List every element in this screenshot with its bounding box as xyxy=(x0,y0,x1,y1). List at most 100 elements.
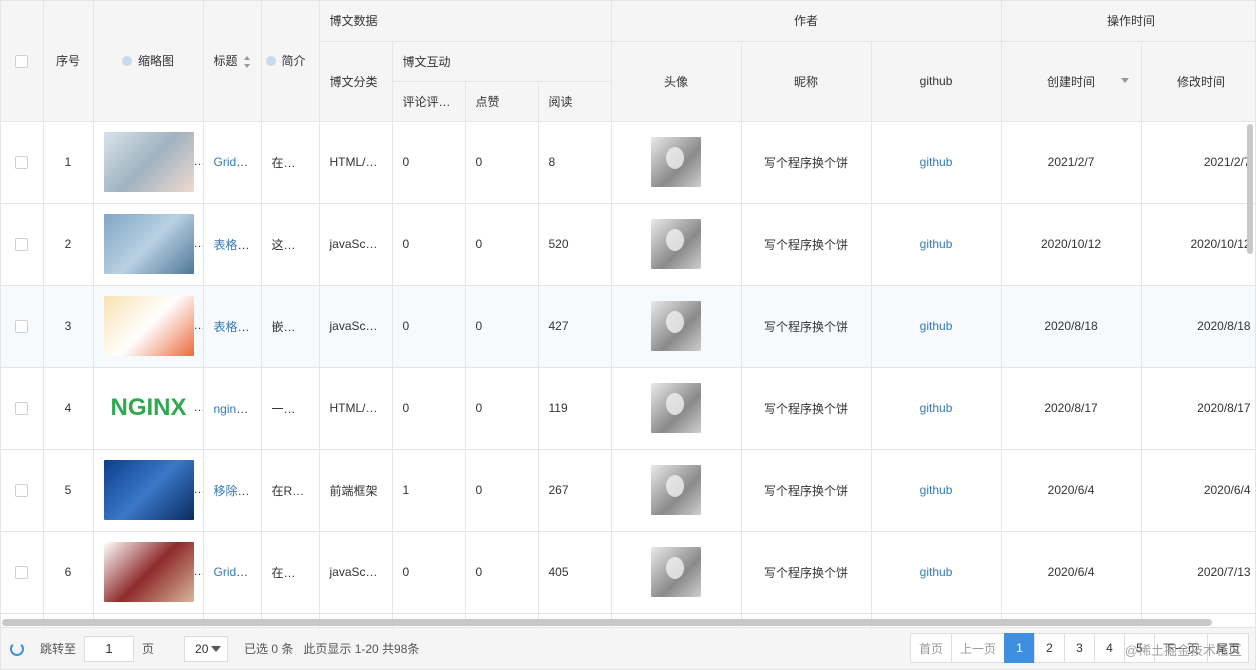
github-link[interactable]: github xyxy=(920,483,953,497)
cell-reads: 427 xyxy=(538,285,612,368)
row-checkbox[interactable] xyxy=(15,484,29,498)
header-avatar: 头像 xyxy=(611,41,742,122)
cell-thumbnail: NGINX xyxy=(93,367,204,450)
cell-avatar xyxy=(611,531,742,614)
header-thumbnail: 缩略图 xyxy=(93,1,204,122)
help-icon[interactable] xyxy=(265,56,276,67)
title-link[interactable]: GridMan xyxy=(214,155,260,169)
cell-comments: 0 xyxy=(392,531,466,614)
avatar xyxy=(651,137,702,187)
cell-title[interactable]: 表格组件 xyxy=(203,203,262,286)
header-nickname: 昵称 xyxy=(741,41,872,122)
prev-page-button[interactable]: 上一页 xyxy=(950,633,1004,663)
cell-seq: 2 xyxy=(43,203,94,286)
table-row[interactable]: 4 NGINX nginx安装 一… HTML/… 0 0 119 写个程序换个饼 github 2… xyxy=(1,367,1255,450)
github-link[interactable]: github xyxy=(920,401,953,415)
cell-comments: 1 xyxy=(392,449,466,532)
cell-nickname: 写个程序换个饼 xyxy=(741,203,872,286)
cell-title[interactable]: GridMan xyxy=(203,121,262,204)
cell-likes: 0 xyxy=(465,531,539,614)
cell-nickname: 写个程序换个饼 xyxy=(741,121,872,204)
cell-comments: 0 xyxy=(392,203,466,286)
cell-github[interactable]: github xyxy=(871,203,1002,286)
github-link[interactable]: github xyxy=(920,237,953,251)
github-link[interactable]: github xyxy=(920,319,953,333)
row-checkbox[interactable] xyxy=(15,320,29,334)
github-link[interactable]: github xyxy=(920,565,953,579)
cell-seq: 6 xyxy=(43,531,94,614)
row-select-cell[interactable] xyxy=(1,367,44,450)
page-button-2[interactable]: 2 xyxy=(1033,633,1064,663)
cell-nickname: 写个程序换个饼 xyxy=(741,367,872,450)
refresh-icon[interactable] xyxy=(10,641,24,656)
row-select-cell[interactable] xyxy=(1,121,44,204)
table-row[interactable]: 3 表格组件 嵌… javaSc… 0 0 427 写个程序换个饼 github 2020/8/1… xyxy=(1,285,1255,368)
cell-github[interactable]: github xyxy=(871,367,1002,450)
title-link[interactable]: nginx安装 xyxy=(214,402,261,416)
cell-nickname: 写个程序换个饼 xyxy=(741,285,872,368)
sort-icon[interactable] xyxy=(243,56,251,69)
selected-count: 已选 0 条 xyxy=(244,642,294,656)
cell-title[interactable]: GridMan xyxy=(203,531,262,614)
cell-category: javaSc… xyxy=(319,285,393,368)
avatar xyxy=(651,547,702,597)
avatar xyxy=(651,219,702,269)
select-all-checkbox[interactable] xyxy=(15,54,29,68)
row-checkbox[interactable] xyxy=(15,402,29,416)
page-button-1[interactable]: 1 xyxy=(1003,633,1034,663)
header-title[interactable]: 标题 xyxy=(203,1,262,122)
cell-reads: 405 xyxy=(538,531,612,614)
cell-github[interactable]: github xyxy=(871,449,1002,532)
jump-page-input[interactable] xyxy=(84,635,135,662)
select-all-header[interactable] xyxy=(1,1,44,122)
table-row[interactable]: 2 表格组件 这… javaSc… 0 0 520 写个程序换个饼 github 2020/10/… xyxy=(1,203,1255,286)
page-button-4[interactable]: 4 xyxy=(1093,633,1124,663)
table-row[interactable]: 5 移除react 在R… 前端框架 1 0 267 写个程序换个饼 github 2020/6/… xyxy=(1,449,1255,532)
title-link[interactable]: 表格组件 xyxy=(214,320,261,334)
cell-title[interactable]: 表格组件 xyxy=(203,285,262,368)
cell-category: javaSc… xyxy=(319,531,393,614)
header-created[interactable]: 创建时间 xyxy=(1001,41,1142,122)
cell-nickname: 写个程序换个饼 xyxy=(741,449,872,532)
row-checkbox[interactable] xyxy=(15,238,29,252)
row-checkbox[interactable] xyxy=(15,566,29,580)
title-link[interactable]: 移除react xyxy=(214,484,261,498)
row-select-cell[interactable] xyxy=(1,203,44,286)
cell-title[interactable]: nginx安装 xyxy=(203,367,262,450)
cell-avatar xyxy=(611,449,742,532)
page-size-select[interactable]: 20 xyxy=(184,635,229,662)
row-select-cell[interactable] xyxy=(1,449,44,532)
page-button-3[interactable]: 3 xyxy=(1063,633,1094,663)
cell-created: 2020/6/4 xyxy=(1001,449,1142,532)
title-link[interactable]: 表格组件 xyxy=(214,238,261,252)
github-link[interactable]: github xyxy=(920,155,953,169)
header-intro: 简介 xyxy=(261,1,320,122)
cell-avatar xyxy=(611,203,742,286)
row-select-cell[interactable] xyxy=(1,285,44,368)
cell-title[interactable]: 移除react xyxy=(203,449,262,532)
header-category: 博文分类 xyxy=(319,41,393,122)
header-likes: 点赞 xyxy=(465,81,539,122)
horizontal-scrollbar[interactable] xyxy=(2,619,1212,626)
cell-created: 2021/2/7 xyxy=(1001,121,1142,204)
cell-modified: 2020/8/18 xyxy=(1141,285,1255,368)
avatar xyxy=(651,383,702,433)
table-row[interactable]: 6 GridMan 在… javaSc… 0 0 405 写个程序换个饼 github 2020/… xyxy=(1,531,1255,614)
first-page-button[interactable]: 首页 xyxy=(909,633,951,663)
sort-down-icon[interactable] xyxy=(1120,77,1129,83)
cell-github[interactable]: github xyxy=(871,285,1002,368)
cell-seq: 1 xyxy=(43,121,94,204)
row-checkbox[interactable] xyxy=(15,156,29,170)
table-row[interactable]: 1 GridMan 在… HTML/… 0 0 8 写个程序换个饼 github 2021/2/7… xyxy=(1,121,1255,204)
cell-category: javaSc… xyxy=(319,203,393,286)
cell-github[interactable]: github xyxy=(871,121,1002,204)
cell-modified: 2020/7/13 xyxy=(1141,531,1255,614)
help-icon[interactable] xyxy=(121,56,132,67)
cell-modified: 2021/2/7 xyxy=(1141,121,1255,204)
row-select-cell[interactable] xyxy=(1,531,44,614)
cell-thumbnail xyxy=(93,285,204,368)
jump-label: 跳转至 xyxy=(40,642,77,656)
cell-github[interactable]: github xyxy=(871,531,1002,614)
vertical-scrollbar[interactable] xyxy=(1247,124,1253,254)
title-link[interactable]: GridMan xyxy=(214,565,260,579)
